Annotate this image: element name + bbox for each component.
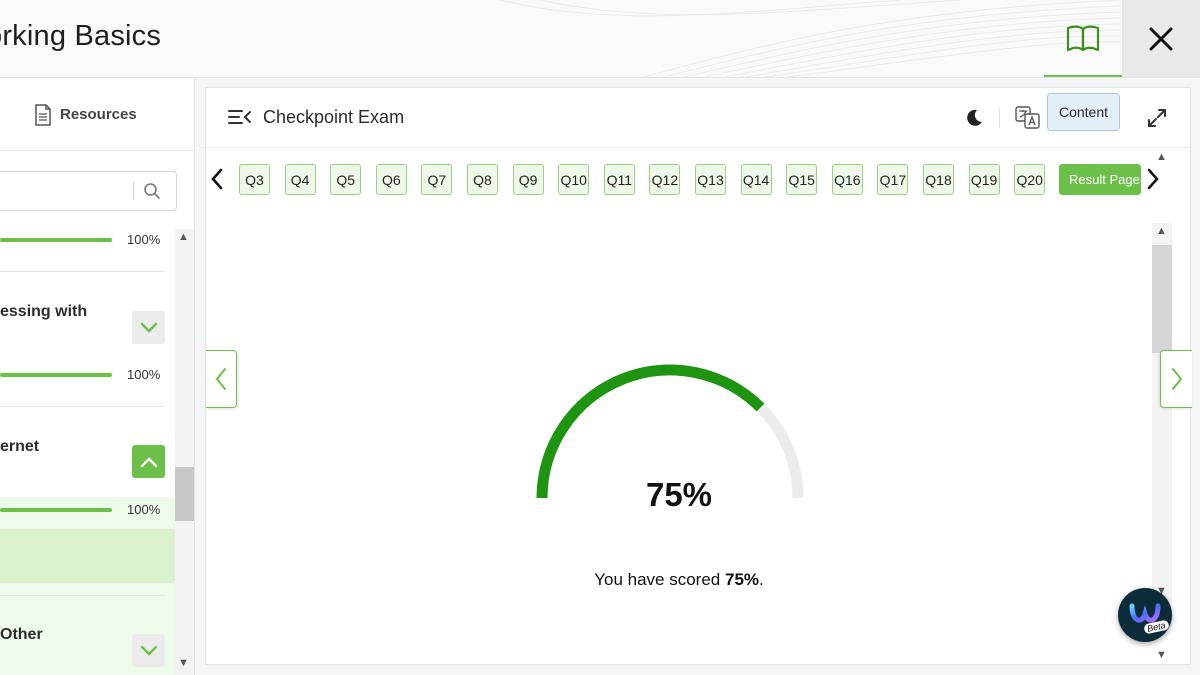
module-expand-button[interactable] <box>132 311 165 344</box>
module-progress: 100% <box>0 500 175 520</box>
progress-fill <box>0 508 112 512</box>
search-field[interactable] <box>0 171 177 211</box>
progress-bar <box>0 373 112 377</box>
module-title[interactable]: Other <box>0 626 43 644</box>
assistant-launcher[interactable]: Beta <box>1118 588 1172 642</box>
scroll-up-icon[interactable]: ▲ <box>1156 225 1167 237</box>
score-summary-prefix: You have scored <box>594 570 725 589</box>
active-tab-indicator <box>1044 75 1122 77</box>
question-chip-q18[interactable]: Q18 <box>923 164 954 195</box>
translate-icon[interactable] <box>1015 106 1041 130</box>
document-icon <box>35 103 51 126</box>
header-wave-decoration <box>499 0 1121 77</box>
question-chip-q7[interactable]: Q7 <box>421 164 453 195</box>
score-value: 75% <box>645 476 713 513</box>
question-chip-q20[interactable]: Q20 <box>1014 164 1046 195</box>
moon-icon[interactable] <box>964 108 984 128</box>
question-chip-q11[interactable]: Q11 <box>603 164 635 195</box>
chevron-up-icon <box>140 456 157 467</box>
close-icon <box>1149 27 1173 51</box>
scroll-up-icon[interactable]: ▲ <box>178 231 189 243</box>
search-icon[interactable] <box>143 182 161 200</box>
progress-fill <box>0 373 112 377</box>
course-sidebar: Resources 100% essing with 100% ernet 10… <box>0 79 195 675</box>
book-button[interactable] <box>1044 0 1122 77</box>
chevron-down-icon <box>140 645 157 656</box>
progress-percent: 100% <box>127 367 161 382</box>
question-chip-q17[interactable]: Q17 <box>877 164 909 195</box>
question-chip-q14[interactable]: Q14 <box>740 164 772 195</box>
progress-percent: 100% <box>127 502 161 517</box>
question-chip-q13[interactable]: Q13 <box>695 164 726 195</box>
module-list: 100% essing with 100% ernet 100% Other <box>0 229 175 675</box>
question-chip-q15[interactable]: Q15 <box>786 164 818 195</box>
question-navigator: Q3 Q4 Q5 Q6 Q7 Q8 Q9 Q10 Q11 Q12 Q13 Q14 Q15 Q16 Q17 Q1… <box>206 149 1172 211</box>
score-summary-suffix: . <box>759 570 764 589</box>
question-chip-q4[interactable]: Q4 <box>284 164 316 195</box>
module-progress: 100% <box>0 365 175 385</box>
expand-icon[interactable] <box>1146 107 1168 129</box>
close-button[interactable] <box>1122 0 1200 77</box>
question-chip-q6[interactable]: Q6 <box>375 164 407 195</box>
module-divider <box>0 406 165 407</box>
toolbar-separator <box>999 108 1000 128</box>
progress-fill <box>0 238 112 242</box>
progress-bar <box>0 238 112 242</box>
exam-title: Checkpoint Exam <box>263 107 405 127</box>
question-chip-q16[interactable]: Q16 <box>831 164 863 195</box>
chevron-left-icon <box>215 368 226 390</box>
exam-toolbar: Checkpoint Exam Content <box>206 88 1192 148</box>
chevron-down-icon <box>140 322 157 333</box>
module-title[interactable]: ernet <box>0 438 39 456</box>
content-scrollbar[interactable]: ▲ ▼ <box>1152 223 1172 603</box>
question-chip-q10[interactable]: Q10 <box>558 164 590 195</box>
resources-label: Resources <box>60 106 137 123</box>
scrollbar-thumb[interactable] <box>1152 245 1172 353</box>
scroll-down-icon[interactable]: ▼ <box>1156 649 1167 661</box>
sidebar-scrollbar[interactable]: ▲ ▼ <box>175 229 194 675</box>
question-chip-q3[interactable]: Q3 <box>239 164 270 195</box>
book-open-icon <box>1066 25 1100 52</box>
menu-collapse-icon[interactable] <box>228 108 252 126</box>
module-title[interactable]: essing with <box>0 303 87 321</box>
scrollbar-thumb[interactable] <box>175 467 194 521</box>
exam-panel: Checkpoint Exam Content Q3 Q4 Q5 Q6 Q7 Q8 Q9 Q1… <box>205 87 1192 665</box>
module-collapse-button[interactable] <box>132 445 165 478</box>
module-progress: 100% <box>0 230 175 250</box>
question-chip-q5[interactable]: Q5 <box>330 164 362 195</box>
question-chip-q8[interactable]: Q8 <box>467 164 498 195</box>
next-page-button[interactable] <box>1160 350 1192 408</box>
progress-bar <box>0 508 112 512</box>
module-divider <box>0 595 165 596</box>
question-chip-q12[interactable]: Q12 <box>649 164 681 195</box>
module-expand-button[interactable] <box>132 634 165 667</box>
search-input[interactable] <box>3 180 123 202</box>
question-chip-q9[interactable]: Q9 <box>512 164 544 195</box>
score-summary: You have scored 75%. <box>479 570 879 590</box>
score-summary-value: 75% <box>724 570 760 589</box>
chevron-right-icon <box>1171 368 1182 390</box>
question-prev-icon[interactable] <box>209 167 225 191</box>
result-page-tab[interactable]: Result Page <box>1059 164 1141 195</box>
question-chip-q19[interactable]: Q19 <box>968 164 1000 195</box>
module-divider <box>0 271 165 272</box>
previous-page-button[interactable] <box>206 350 237 408</box>
course-title: orking Basics <box>0 20 162 52</box>
resources-tab[interactable]: Resources <box>0 79 194 151</box>
active-sub-item[interactable] <box>0 529 175 583</box>
app-header: orking Basics <box>0 0 1200 78</box>
search-separator <box>133 182 134 200</box>
progress-percent: 100% <box>127 232 161 247</box>
content-button[interactable]: Content <box>1047 93 1120 131</box>
scroll-up-icon[interactable]: ▲ <box>1156 151 1167 163</box>
scroll-down-icon[interactable]: ▼ <box>178 657 189 669</box>
